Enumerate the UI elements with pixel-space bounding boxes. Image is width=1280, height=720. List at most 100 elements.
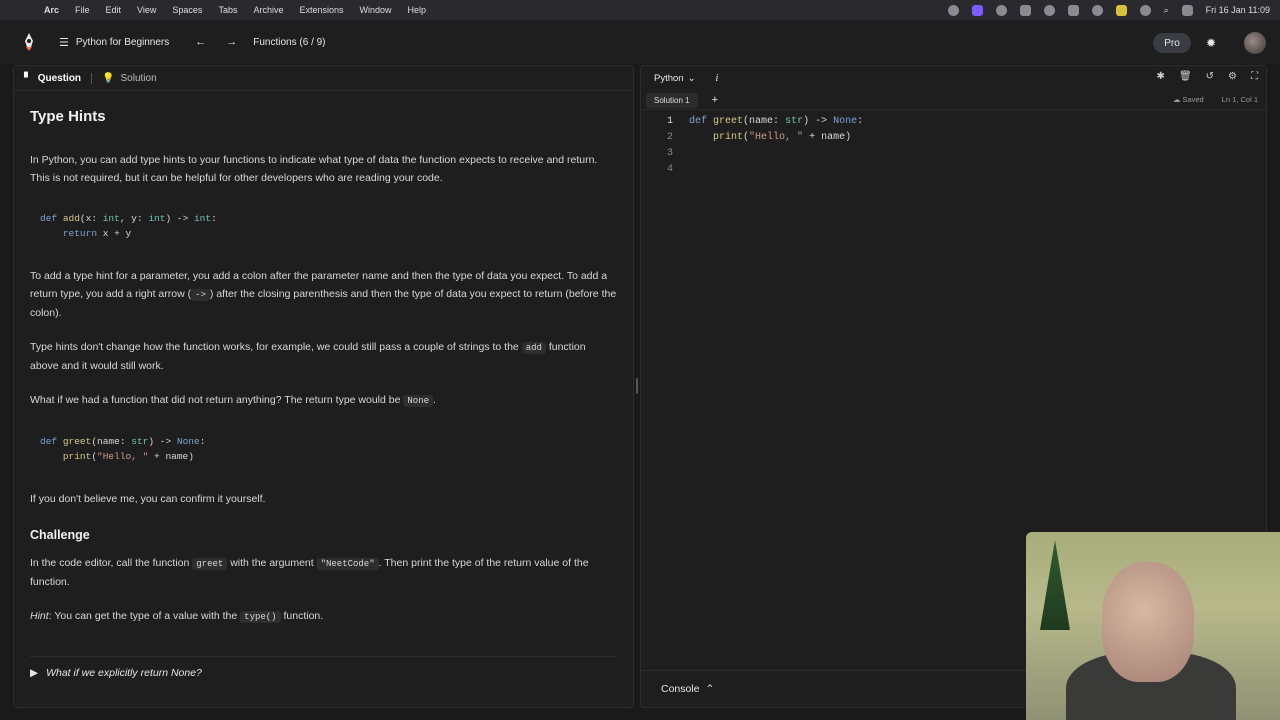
- control-center-icon[interactable]: [1181, 4, 1193, 16]
- code-text: x + y: [97, 228, 132, 239]
- code-text: :: [211, 213, 217, 224]
- code-none: None: [176, 436, 200, 447]
- christmas-tree: [1040, 540, 1070, 630]
- disclosure-triangle-icon: ▶: [30, 667, 39, 679]
- code-text: :: [199, 436, 206, 447]
- menubar-datetime[interactable]: Fri 16 Jan 11:09: [1206, 5, 1270, 15]
- status-display-icon[interactable]: [1067, 4, 1079, 16]
- lightbulb-icon: 💡: [102, 72, 115, 84]
- line-number: 4: [666, 164, 673, 175]
- delete-trash-icon[interactable]: 🗑: [1179, 71, 1192, 82]
- paragraph-challenge: In the code editor, call the function gr…: [30, 554, 617, 591]
- lesson-panel: ▘ Question 💡 Solution Type Hints In Pyth…: [13, 65, 634, 708]
- hint-label: Hint: [30, 610, 49, 622]
- code-text: (name:: [91, 436, 132, 447]
- code-example-add: def add(x: int, y: int) -> int: return x…: [30, 203, 617, 249]
- menu-window[interactable]: Window: [352, 5, 400, 15]
- status-play-icon[interactable]: [995, 4, 1007, 16]
- code-editor[interactable]: 1 def greet(name: str) -> None: 2 print(…: [641, 114, 1266, 178]
- add-solution-tab-button[interactable]: +: [712, 94, 718, 106]
- lesson-tabs: ▘ Question 💡 Solution: [14, 66, 633, 91]
- panel-resize-handle[interactable]: [636, 378, 638, 394]
- menu-edit[interactable]: Edit: [98, 5, 130, 15]
- code-type: int: [193, 213, 212, 224]
- debug-bug-icon[interactable]: ✱: [1157, 71, 1165, 82]
- code-text: (x:: [79, 213, 103, 224]
- course-menu-button[interactable]: ☰ Python for Beginners: [59, 36, 169, 49]
- menu-archive[interactable]: Archive: [245, 5, 291, 15]
- menu-file[interactable]: File: [67, 5, 98, 15]
- code-keyword: return: [62, 228, 98, 239]
- next-lesson-arrow-icon[interactable]: →: [226, 36, 237, 48]
- status-app-icon[interactable]: [947, 4, 959, 16]
- tab-question-label: Question: [37, 72, 82, 84]
- code-line: 4: [641, 162, 1266, 178]
- console-label: Console: [661, 683, 700, 695]
- prev-lesson-arrow-icon[interactable]: ←: [195, 36, 206, 48]
- code-function-name: add: [62, 213, 80, 224]
- status-window-icon[interactable]: [1019, 4, 1031, 16]
- info-icon[interactable]: i: [716, 73, 719, 84]
- settings-gear-icon[interactable]: ⚙: [1228, 71, 1237, 82]
- paragraph-confirm: If you don't believe me, you can confirm…: [30, 493, 266, 505]
- editor-status: ☁ Saved Ln 1, Col 1: [1173, 95, 1258, 104]
- user-avatar[interactable]: [1244, 32, 1266, 54]
- cursor-position: Ln 1, Col 1: [1221, 95, 1258, 104]
- code-example-greet: def greet(name: str) -> None: print("Hel…: [30, 426, 617, 472]
- code-content: def greet(name: str) -> None:: [673, 114, 863, 130]
- tab-solution-label: Solution: [120, 72, 157, 84]
- code-text: + name): [148, 451, 194, 462]
- code-type: str: [785, 116, 804, 127]
- lesson-content: Type Hints In Python, you can add type h…: [14, 91, 633, 626]
- chevron-down-icon: ⌄: [687, 73, 696, 84]
- code-string: "Hello, ": [749, 132, 804, 143]
- code-string: "Hello, ": [97, 451, 149, 462]
- details-explicit-none[interactable]: ▶ What if we explicitly return None?: [30, 656, 617, 679]
- code-function-name: print: [62, 451, 92, 462]
- menu-spaces[interactable]: Spaces: [164, 5, 210, 15]
- saved-label: Saved: [1182, 95, 1204, 104]
- tab-question[interactable]: ▘ Question: [24, 73, 91, 84]
- neetcode-logo-icon[interactable]: [19, 32, 39, 52]
- paragraph-intro: In Python, you can add type hints to you…: [30, 154, 598, 184]
- code-keyword: def: [40, 436, 58, 447]
- app-topbar: ☰ Python for Beginners ← → Functions (6 …: [0, 20, 1280, 64]
- menu-view[interactable]: View: [129, 5, 164, 15]
- code-text: + name): [803, 132, 852, 143]
- language-selector[interactable]: Python ⌄: [654, 73, 696, 84]
- code-function-name: greet: [713, 116, 744, 127]
- inline-code-greet: greet: [192, 558, 228, 570]
- course-title: Python for Beginners: [75, 36, 170, 48]
- line-number: 1: [666, 116, 673, 127]
- line-number: 3: [666, 148, 673, 159]
- code-content: [673, 162, 689, 178]
- screen-record-icon[interactable]: [971, 4, 983, 16]
- paragraph-type-hints-behavior: Type hints don't change how the function…: [30, 338, 617, 375]
- lesson-heading: Type Hints: [30, 108, 106, 125]
- headphones-icon[interactable]: [1091, 4, 1103, 16]
- menu-extensions[interactable]: Extensions: [291, 5, 351, 15]
- text-span: with the argument: [227, 557, 317, 569]
- menu-arc[interactable]: Arc: [36, 5, 67, 15]
- tab-solution-1[interactable]: Solution 1: [646, 92, 698, 108]
- webcam-overlay: [1026, 532, 1280, 720]
- text-span: .: [432, 394, 436, 406]
- wifi-icon[interactable]: [1139, 4, 1151, 16]
- tab-solution[interactable]: 💡 Solution: [91, 72, 167, 84]
- code-text: ) ->: [803, 116, 834, 127]
- pro-badge[interactable]: Pro: [1153, 33, 1191, 53]
- inline-code-neetcode: "NeetCode": [316, 558, 379, 570]
- battery-icon[interactable]: [1115, 4, 1127, 16]
- code-text: (name:: [743, 116, 786, 127]
- challenge-heading: Challenge: [30, 528, 90, 542]
- code-keyword: def: [689, 116, 708, 127]
- theme-toggle-sun-icon[interactable]: ✹: [1206, 36, 1216, 50]
- reset-undo-icon[interactable]: ↺: [1206, 71, 1214, 82]
- menu-help[interactable]: Help: [400, 5, 435, 15]
- spotlight-search-icon[interactable]: ⌕: [1164, 5, 1169, 16]
- fullscreen-expand-icon[interactable]: ⛶: [1251, 71, 1258, 82]
- status-clock-icon[interactable]: [1043, 4, 1055, 16]
- menu-tabs[interactable]: Tabs: [210, 5, 245, 15]
- line-number: 2: [666, 132, 673, 143]
